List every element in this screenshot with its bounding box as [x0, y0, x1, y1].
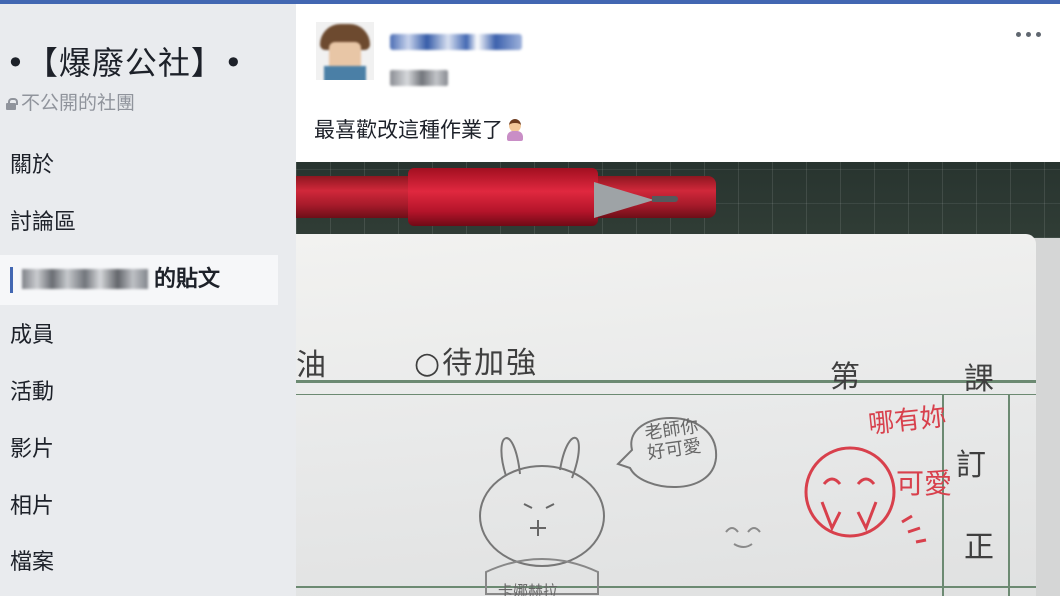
pen-point	[652, 196, 678, 202]
nav-item-photos[interactable]: 相片	[0, 482, 278, 532]
student-bunny-drawing	[479, 417, 761, 595]
group-title[interactable]: •【爆廢公社】•	[6, 38, 244, 84]
nav-item-my-posts[interactable]: 的貼文	[0, 255, 278, 305]
worksheet-text-zheng: 正	[964, 530, 994, 565]
nav-item-videos[interactable]: 影片	[0, 425, 278, 475]
nav-label: 討論區	[10, 210, 77, 235]
group-privacy: 不公開的社團	[6, 88, 135, 115]
post-photo[interactable]: 油 ○待加強 第 課 訂 正 老師你好可愛 卡娜赫拉 哪有妳 可愛	[296, 162, 1060, 596]
worksheet-text-you: 油	[296, 348, 326, 383]
blurred-username	[22, 269, 148, 289]
nav-label: 檔案	[10, 550, 55, 575]
author-name-blurred[interactable]	[390, 34, 522, 50]
group-sidebar: •【爆廢公社】• 不公開的社團 關於 討論區 的貼文 成員 活動 影片 相片 檔…	[0, 4, 296, 596]
worksheet-text-di: 第	[830, 360, 860, 395]
nav-label: 相片	[10, 494, 55, 519]
lock-icon	[6, 98, 18, 110]
worksheet-text-ke: 課	[964, 362, 994, 397]
post-text: 最喜歡改這種作業了	[314, 114, 525, 144]
feed-post: 最喜歡改這種作業了 油 ○待加強 第 課 訂 正 老師你好可愛 卡娜赫拉 哪有妳…	[296, 4, 1060, 596]
teacher-reply-side: 可愛	[896, 467, 953, 500]
nav-label: 關於	[10, 153, 55, 178]
nav-label: 活動	[10, 380, 55, 405]
table-line	[296, 394, 1036, 395]
post-text-content: 最喜歡改這種作業了	[314, 118, 503, 142]
red-pen-grip	[408, 168, 598, 226]
nav-label: 成員	[10, 323, 55, 348]
privacy-label: 不公開的社團	[21, 92, 136, 114]
table-line	[1008, 394, 1010, 596]
nav-item-about[interactable]: 關於	[0, 141, 278, 191]
table-line	[296, 380, 1036, 383]
more-options-icon[interactable]	[1016, 28, 1044, 40]
worksheet-text-needs-improvement: ○待加強	[414, 346, 539, 381]
post-timestamp-blurred[interactable]	[390, 70, 448, 86]
woman-emoji-icon	[505, 117, 525, 141]
bubble-text: 老師你好可愛	[643, 415, 703, 464]
pen-tip	[594, 182, 654, 218]
nav-item-files[interactable]: 檔案	[0, 538, 278, 588]
nav-label: 影片	[10, 437, 55, 462]
bunny-caption: 卡娜赫拉	[498, 582, 559, 596]
nav-item-events[interactable]: 活動	[0, 368, 278, 418]
author-avatar[interactable]	[316, 22, 374, 80]
nav-item-discussion[interactable]: 討論區	[0, 198, 278, 248]
nav-label: 的貼文	[154, 267, 221, 292]
nav-item-members[interactable]: 成員	[0, 311, 278, 361]
